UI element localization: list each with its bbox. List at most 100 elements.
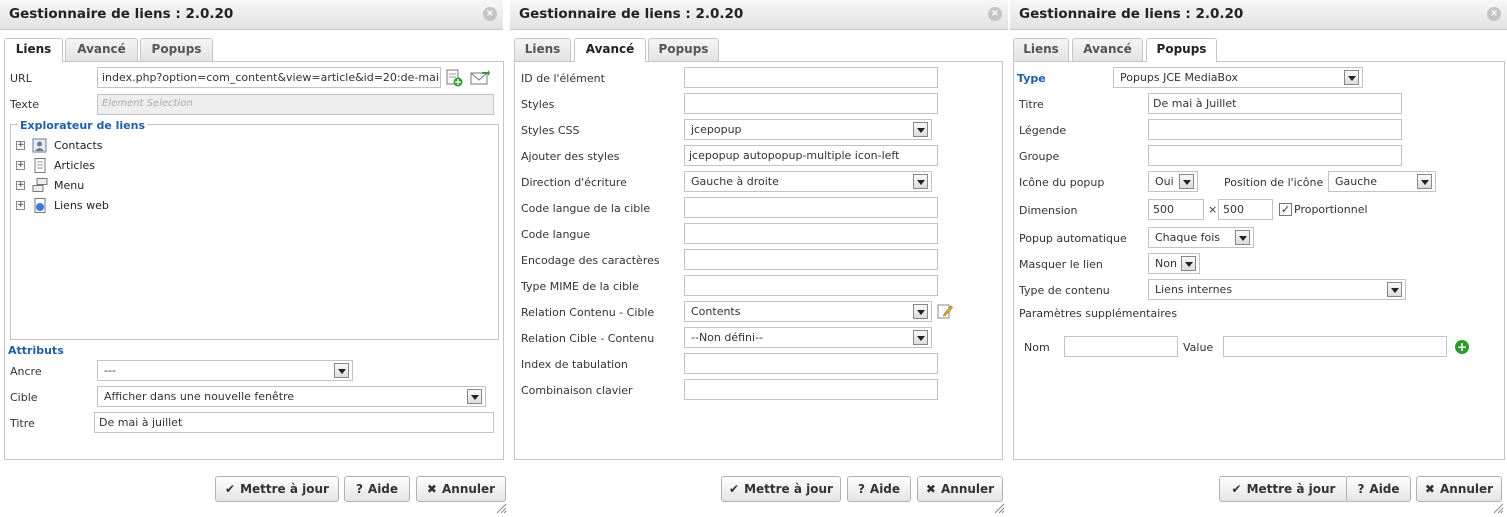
target-lang-input[interactable] [684, 197, 938, 218]
ancre-select[interactable]: --- [97, 360, 353, 381]
cancel-button[interactable]: ✖ Annuler [416, 476, 506, 502]
dialog-title: Gestionnaire de liens : 2.0.20 [1019, 6, 1244, 22]
link-manager-dialog-liens: Gestionnaire de liens : 2.0.20 × Liens A… [0, 0, 507, 517]
popup-type-select[interactable]: Popups JCE MediaBox [1113, 67, 1363, 88]
tabindex-label: Index de tabulation [521, 358, 628, 371]
times-glyph: × [1208, 203, 1218, 216]
tab-popups[interactable]: Popups [648, 38, 719, 61]
ancre-label: Ancre [10, 365, 42, 378]
popup-title-input[interactable]: De mai à Juillet [1148, 93, 1402, 114]
lang-code-label: Code langue [521, 228, 591, 241]
lang-code-input[interactable] [684, 223, 938, 244]
insert-link-icon[interactable] [445, 69, 463, 87]
update-button[interactable]: ✔ Mettre à jour [721, 476, 841, 502]
help-button[interactable]: ? Aide [344, 476, 410, 502]
help-button[interactable]: ? Aide [847, 476, 911, 502]
height-input[interactable]: 500 [1218, 199, 1273, 220]
hide-link-select[interactable]: Non [1148, 253, 1200, 274]
auto-popup-value: Chaque fois [1155, 231, 1221, 244]
cible-label: Cible [10, 391, 38, 404]
auto-popup-select[interactable]: Chaque fois [1148, 227, 1254, 248]
cible-select[interactable]: Afficher dans une nouvelle fenêtre [97, 386, 486, 407]
tab-liens[interactable]: Liens [4, 38, 63, 62]
check-icon: ✔ [1231, 482, 1242, 496]
add-param-icon[interactable]: + [1455, 340, 1469, 354]
tree-label-articles: Articles [54, 159, 96, 172]
dialog-titlebar: Gestionnaire de liens : 2.0.20 × [1010, 0, 1507, 30]
tabindex-input[interactable] [684, 353, 938, 374]
proportional-checkbox[interactable]: ✓ [1279, 203, 1292, 216]
chevron-down-icon [913, 330, 928, 345]
titre-input[interactable]: De mai à juillet [94, 412, 494, 433]
styles-input[interactable] [684, 93, 938, 114]
tab-liens[interactable]: Liens [514, 38, 571, 61]
resize-grip-icon[interactable] [496, 503, 507, 514]
cancel-button[interactable]: ✖ Annuler [917, 476, 1003, 502]
cancel-icon: ✖ [1424, 482, 1435, 496]
help-icon: ? [857, 482, 865, 496]
popup-title-label: Titre [1019, 98, 1044, 111]
accesskey-label: Combinaison clavier [521, 384, 633, 397]
edit-icon[interactable] [937, 303, 953, 319]
help-button[interactable]: ? Aide [1346, 476, 1411, 502]
direction-select[interactable]: Gauche à droite [684, 171, 932, 192]
update-button-label: Mettre à jour [744, 482, 833, 496]
chevron-down-icon [913, 174, 928, 189]
url-label: URL [10, 72, 32, 85]
cible-select-value: Afficher dans une nouvelle fenêtre [104, 390, 295, 403]
accesskey-input[interactable] [684, 379, 938, 400]
tab-avance[interactable]: Avancé [1072, 38, 1143, 61]
tab-avance[interactable]: Avancé [574, 38, 646, 62]
tab-popups[interactable]: Popups [140, 38, 213, 61]
close-icon[interactable]: × [1487, 7, 1501, 21]
chevron-down-icon [1344, 70, 1359, 85]
resize-grip-icon[interactable] [1493, 503, 1504, 514]
dialog-title: Gestionnaire de liens : 2.0.20 [9, 6, 234, 22]
styles-css-select[interactable]: jcepopup [684, 119, 932, 140]
width-input[interactable]: 500 [1148, 199, 1204, 220]
charset-input[interactable] [684, 249, 938, 270]
caption-label: Légende [1019, 124, 1067, 137]
resize-grip-icon[interactable] [994, 503, 1005, 514]
titre-label: Titre [10, 417, 35, 430]
charset-label: Encodage des caractères [521, 254, 660, 267]
add-styles-input[interactable]: jcepopup autopopup-multiple icon-left [684, 145, 938, 166]
popup-icon-select[interactable]: Oui [1148, 171, 1198, 192]
tab-popups[interactable]: Popups [1146, 38, 1217, 62]
chevron-down-icon [1417, 174, 1432, 189]
tab-avance[interactable]: Avancé [65, 38, 138, 61]
expand-icon[interactable]: + [16, 181, 25, 190]
direction-label: Direction d'écriture [521, 176, 627, 189]
param-value-input[interactable] [1223, 336, 1447, 357]
link-browser-tree [10, 124, 499, 340]
tab-liens[interactable]: Liens [1013, 38, 1069, 61]
param-name-input[interactable] [1064, 336, 1178, 357]
update-button[interactable]: ✔ Mettre à jour [1219, 476, 1348, 502]
tree-label-web-links: Liens web [54, 199, 109, 212]
email-link-icon[interactable] [470, 70, 490, 86]
element-id-input[interactable] [684, 67, 938, 88]
chevron-down-icon [467, 389, 482, 404]
texte-input[interactable]: Element Selection [97, 94, 494, 115]
web-links-icon [34, 198, 46, 213]
auto-popup-label: Popup automatique [1019, 232, 1127, 245]
cancel-button-label: Annuler [441, 482, 496, 496]
expand-icon[interactable]: + [16, 161, 25, 170]
help-button-label: Aide [1369, 482, 1400, 496]
mime-type-input[interactable] [684, 275, 938, 296]
url-input[interactable]: index.php?option=com_content&view=articl… [97, 67, 441, 88]
expand-icon[interactable]: + [16, 141, 25, 150]
cancel-button[interactable]: ✖ Annuler [1416, 476, 1502, 502]
expand-icon[interactable]: + [16, 201, 25, 210]
update-button[interactable]: ✔ Mettre à jour [215, 476, 339, 502]
icon-position-select[interactable]: Gauche [1328, 171, 1436, 192]
caption-input[interactable] [1148, 119, 1402, 140]
rel-select[interactable]: Contents [684, 301, 932, 322]
cancel-icon: ✖ [925, 482, 936, 496]
close-icon[interactable]: × [988, 7, 1002, 21]
rev-select[interactable]: --Non défini-- [684, 327, 932, 348]
group-input[interactable] [1148, 145, 1402, 166]
close-icon[interactable]: × [483, 7, 497, 21]
content-type-select[interactable]: Liens internes [1148, 279, 1406, 300]
rev-label: Relation Cible - Contenu [521, 332, 655, 345]
